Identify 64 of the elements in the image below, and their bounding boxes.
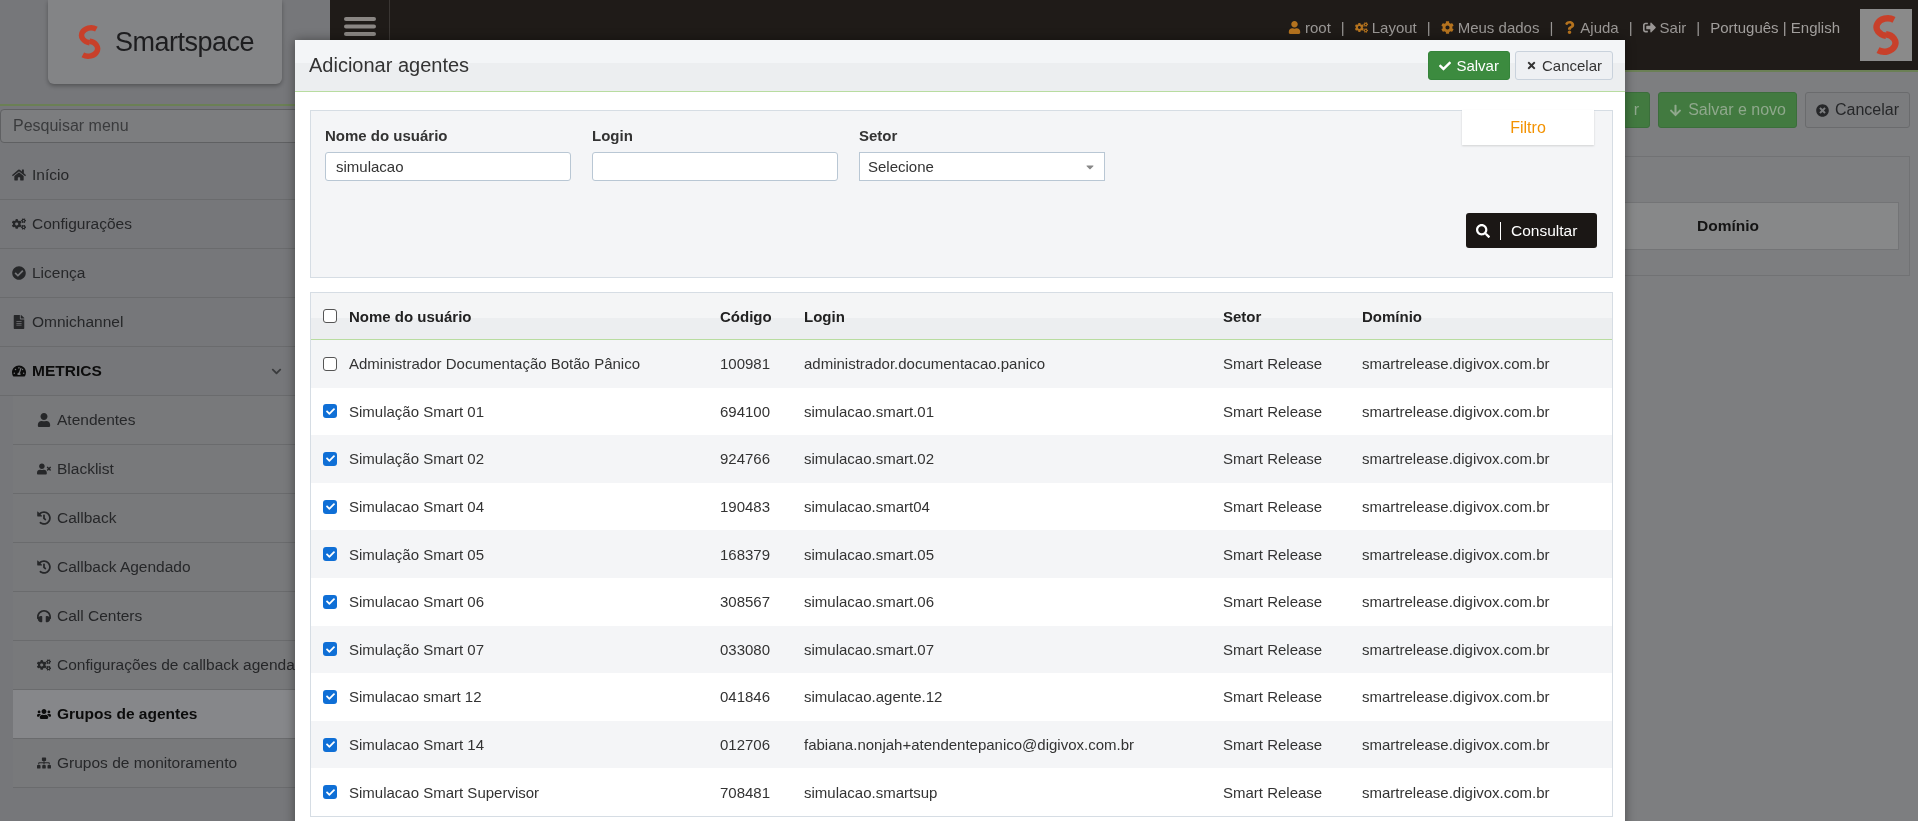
table-cell-text: smartrelease.digivox.com.br	[1362, 736, 1551, 754]
logo-text: Smartspace	[115, 26, 255, 58]
separator: |	[1549, 19, 1554, 36]
table-cell-text: Simulacao Smart 14	[349, 736, 486, 754]
table-cell-text: Simulação Smart 05	[349, 545, 486, 563]
table-cell-text: Simulacao Smart 06	[349, 593, 486, 611]
field-label: Login	[592, 127, 634, 144]
table-cell-text: simulacao.smart.05	[804, 545, 936, 563]
table-cell-text: smartrelease.digivox.com.br	[1362, 593, 1551, 611]
table-cell-text: smartrelease.digivox.com.br	[1362, 355, 1551, 373]
table-cell-text: simulacao.agente.12	[804, 688, 944, 706]
field-label: Setor	[859, 127, 899, 144]
column-header: Setor	[1223, 307, 1263, 325]
modal-title: Adicionar agentes	[309, 54, 470, 77]
table-cell-text: Smart Release	[1223, 593, 1324, 611]
separator: |	[1426, 19, 1431, 36]
table-cell-text: simulacao.smart.07	[804, 640, 936, 658]
table-cell-text: Smart Release	[1223, 688, 1324, 706]
column-header: Nome do usuário	[349, 307, 473, 325]
table-cell-text: 100981	[720, 355, 772, 373]
table-cell-text: smartrelease.digivox.com.br	[1362, 640, 1551, 658]
table-cell-text: Smart Release	[1223, 450, 1324, 468]
table-cell-text: simulacao.smart.02	[804, 450, 936, 468]
table-cell-text: 168379	[720, 545, 772, 563]
table-cell-text: smartrelease.digivox.com.br	[1362, 545, 1551, 563]
table-cell-text: fabiana.nonjah+atendentepanico@digivox.com.br	[804, 736, 1136, 754]
table-cell-text: Smart Release	[1223, 355, 1324, 373]
table-cell-text: Simulação Smart 07	[349, 640, 486, 658]
table-cell-text: Smart Release	[1223, 402, 1324, 420]
table-cell-text: administrador.documentacao.panico	[804, 355, 1046, 373]
table-cell-text: 924766	[720, 450, 772, 468]
table-cell-text: Smart Release	[1223, 783, 1324, 801]
table-cell-text: 190483	[720, 498, 772, 516]
table-cell-text: Smart Release	[1223, 498, 1324, 516]
column-header: Domínio	[1362, 307, 1423, 325]
separator: |	[1340, 19, 1345, 36]
table-cell-text: simulacao.smart.06	[804, 593, 936, 611]
table-cell-text: smartrelease.digivox.com.br	[1362, 498, 1551, 516]
column-header: Login	[804, 307, 846, 325]
table-cell-text: Simulacao Smart 04	[349, 498, 486, 516]
table-cell-text: Smart Release	[1223, 640, 1324, 658]
table-cell-text: 012706	[720, 736, 772, 754]
table-cell-text: 041846	[720, 688, 772, 706]
table-cell-text: simulacao.smartsup	[804, 783, 939, 801]
table-cell-text: smartrelease.digivox.com.br	[1362, 783, 1551, 801]
table-cell-text: smartrelease.digivox.com.br	[1362, 450, 1551, 468]
table-cell-text: 033080	[720, 640, 772, 658]
separator: |	[1696, 19, 1701, 36]
table-cell-text: 694100	[720, 402, 772, 420]
table-cell-text: smartrelease.digivox.com.br	[1362, 688, 1551, 706]
table-cell-text: 308567	[720, 593, 772, 611]
separator: |	[1628, 19, 1633, 36]
table-cell-text: simulacao.smart.01	[804, 402, 936, 420]
table-cell-text: Simulacao Smart Supervisor	[349, 783, 541, 801]
table-cell-text: 708481	[720, 783, 772, 801]
table-cell-text: Simulação Smart 01	[349, 402, 486, 420]
table-cell-text: Simulacao smart 12	[349, 688, 483, 706]
table-cell-text: Simulação Smart 02	[349, 450, 486, 468]
table-cell-text: Smart Release	[1223, 736, 1324, 754]
table-cell-text: simulacao.smart04	[804, 498, 931, 516]
table-cell-text: smartrelease.digivox.com.br	[1362, 402, 1551, 420]
column-header: Código	[720, 307, 773, 325]
table-cell-text: Administrador Documentação Botão Pânico	[349, 355, 641, 373]
table-cell-text: Smart Release	[1223, 545, 1324, 563]
